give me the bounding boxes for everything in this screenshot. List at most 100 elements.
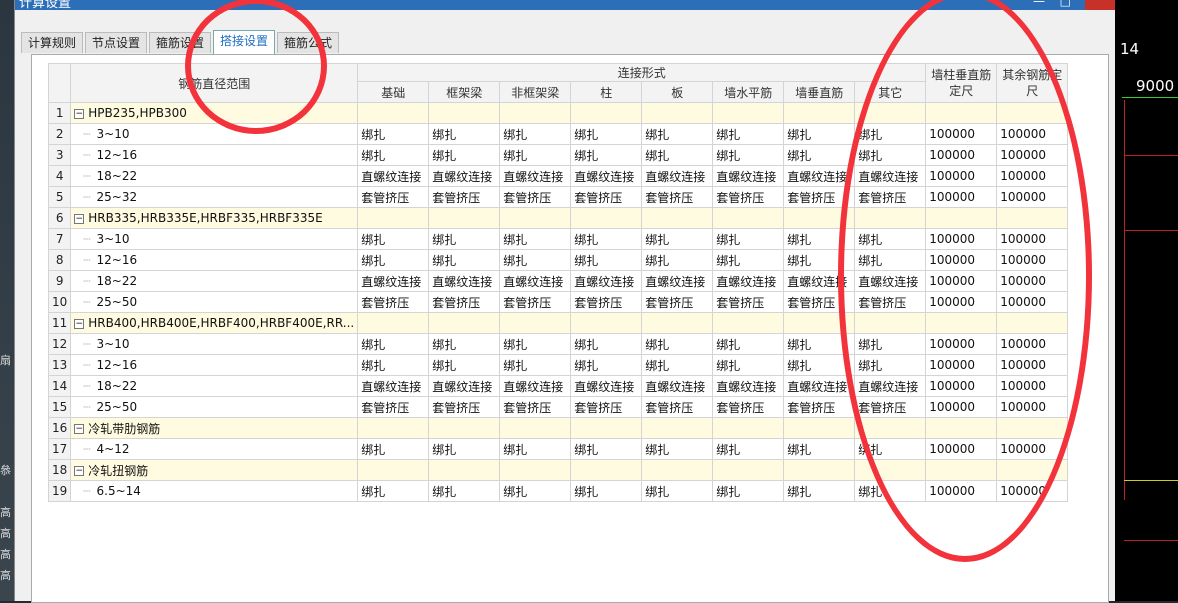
connection-cell[interactable]: 直螺纹连接 [783,375,856,397]
connection-cell[interactable] [712,312,785,334]
connection-cell[interactable]: 套管挤压 [428,291,501,313]
other-length-cell[interactable]: 100000 [996,354,1069,376]
wall-column-length-cell[interactable]: 100000 [925,291,998,313]
connection-cell[interactable] [570,459,643,481]
connection-cell[interactable] [641,312,714,334]
collapse-icon[interactable]: − [74,424,85,434]
connection-cell[interactable] [854,102,927,124]
tab-calc-rules[interactable]: 计算规则 [21,32,84,53]
connection-cell[interactable]: 绑扎 [783,249,856,271]
diameter-range[interactable]: ┈ 12~16 [70,354,359,376]
connection-cell[interactable]: 套管挤压 [712,186,785,208]
diameter-range[interactable]: ┈ 18~22 [70,270,359,292]
connection-cell[interactable]: 绑扎 [712,228,785,250]
connection-cell[interactable] [854,459,927,481]
connection-cell[interactable]: 绑扎 [357,333,430,355]
connection-cell[interactable]: 套管挤压 [570,396,643,418]
connection-cell[interactable]: 直螺纹连接 [783,270,856,292]
connection-cell[interactable]: 绑扎 [854,354,927,376]
table-row[interactable]: 17 ┈ 4~12 绑扎 绑扎 绑扎 绑扎 绑扎 绑扎 绑扎 绑扎 100000 100000 [47,438,1069,460]
connection-cell[interactable] [428,102,501,124]
connection-cell[interactable]: 绑扎 [641,354,714,376]
connection-cell[interactable]: 绑扎 [499,228,572,250]
connection-cell[interactable]: 绑扎 [570,438,643,460]
connection-cell[interactable]: 绑扎 [783,123,856,145]
connection-cell[interactable] [428,207,501,229]
other-length-cell[interactable]: 100000 [996,186,1069,208]
connection-cell[interactable]: 直螺纹连接 [428,165,501,187]
connection-cell[interactable]: 直螺纹连接 [641,375,714,397]
connection-cell[interactable] [428,312,501,334]
diameter-range[interactable]: ┈ 3~10 [70,333,359,355]
wall-column-length-cell[interactable] [925,102,998,124]
maximize-button[interactable]: □ [1060,0,1071,8]
wall-column-length-cell[interactable]: 100000 [925,333,998,355]
table-row[interactable]: 14 ┈ 18~22 直螺纹连接 直螺纹连接 直螺纹连接 直螺纹连接 直螺纹连接 直螺纹连接 直螺… [47,375,1069,397]
other-length-cell[interactable]: 100000 [996,333,1069,355]
grade-group-name[interactable]: − HRB335,HRB335E,HRBF335,HRBF335E [70,207,359,229]
connection-cell[interactable] [854,417,927,439]
connection-cell[interactable]: 绑扎 [783,333,856,355]
connection-cell[interactable] [641,207,714,229]
connection-cell[interactable]: 绑扎 [570,144,643,166]
connection-cell[interactable]: 套管挤压 [854,396,927,418]
connection-cell[interactable]: 直螺纹连接 [499,375,572,397]
connection-cell[interactable]: 套管挤压 [783,291,856,313]
connection-cell[interactable] [499,207,572,229]
connection-cell[interactable]: 套管挤压 [641,396,714,418]
tab-node-settings[interactable]: 节点设置 [85,32,148,53]
connection-cell[interactable]: 绑扎 [357,228,430,250]
grade-group-name[interactable]: − HRB400,HRB400E,HRBF400,HRBF400E,RR... [70,312,359,334]
connection-cell[interactable]: 绑扎 [783,144,856,166]
diameter-range[interactable]: ┈ 3~10 [70,228,359,250]
connection-cell[interactable]: 绑扎 [499,123,572,145]
diameter-range[interactable]: ┈ 25~50 [70,291,359,313]
connection-cell[interactable]: 绑扎 [712,354,785,376]
other-length-cell[interactable]: 100000 [996,165,1069,187]
connection-cell[interactable]: 绑扎 [854,144,927,166]
wall-column-length-cell[interactable]: 100000 [925,480,998,502]
wall-column-length-cell[interactable]: 100000 [925,144,998,166]
connection-cell[interactable]: 绑扎 [854,480,927,502]
wall-column-length-cell[interactable]: 100000 [925,228,998,250]
grade-group-name[interactable]: − 冷轧扭钢筋 [70,459,359,481]
connection-cell[interactable] [570,312,643,334]
connection-cell[interactable]: 直螺纹连接 [357,270,430,292]
connection-cell[interactable]: 绑扎 [570,480,643,502]
other-length-cell[interactable]: 100000 [996,144,1069,166]
connection-cell[interactable]: 套管挤压 [641,291,714,313]
connection-cell[interactable]: 绑扎 [854,249,927,271]
connection-cell[interactable] [712,417,785,439]
connection-cell[interactable] [499,417,572,439]
connection-cell[interactable]: 绑扎 [357,144,430,166]
diameter-range[interactable]: ┈ 6.5~14 [70,480,359,502]
connection-cell[interactable]: 套管挤压 [641,186,714,208]
grade-group-name[interactable]: − 冷轧带肋钢筋 [70,417,359,439]
connection-cell[interactable]: 绑扎 [854,438,927,460]
tab-stirrup-formula[interactable]: 箍筋公式 [277,32,340,53]
connection-cell[interactable]: 绑扎 [428,438,501,460]
connection-cell[interactable]: 绑扎 [712,249,785,271]
connection-cell[interactable]: 绑扎 [712,144,785,166]
connection-cell[interactable] [854,312,927,334]
connection-cell[interactable]: 套管挤压 [570,291,643,313]
diameter-range[interactable]: ┈ 12~16 [70,249,359,271]
connection-cell[interactable] [428,417,501,439]
connection-cell[interactable]: 绑扎 [499,438,572,460]
connection-cell[interactable]: 直螺纹连接 [712,375,785,397]
connection-cell[interactable] [499,312,572,334]
connection-cell[interactable]: 套管挤压 [499,186,572,208]
connection-cell[interactable]: 绑扎 [428,123,501,145]
connection-cell[interactable]: 套管挤压 [570,186,643,208]
connection-cell[interactable]: 直螺纹连接 [570,270,643,292]
other-length-cell[interactable] [996,459,1069,481]
wall-column-length-cell[interactable]: 100000 [925,438,998,460]
connection-cell[interactable]: 套管挤压 [783,396,856,418]
connection-cell[interactable]: 套管挤压 [783,186,856,208]
minimize-button[interactable]: — [1033,0,1045,8]
table-row[interactable]: 15 ┈ 25~50 套管挤压 套管挤压 套管挤压 套管挤压 套管挤压 套管挤压 套管挤压 套管挤压… [47,396,1069,418]
connection-cell[interactable]: 套管挤压 [854,186,927,208]
other-length-cell[interactable]: 100000 [996,396,1069,418]
connection-cell[interactable]: 绑扎 [499,480,572,502]
connection-cell[interactable]: 直螺纹连接 [641,165,714,187]
